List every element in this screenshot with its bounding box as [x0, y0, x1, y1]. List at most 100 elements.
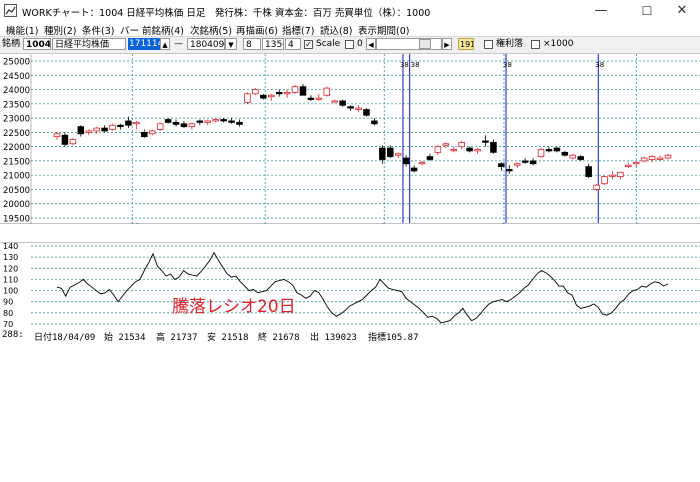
indicator-y-tick-label: 100: [3, 287, 18, 296]
candle-body: [133, 121, 140, 125]
candle-body: [418, 161, 426, 165]
candle-body: [648, 156, 656, 160]
candle-body: [212, 119, 219, 122]
candle-body: [61, 134, 69, 145]
candle-body: [244, 93, 251, 103]
price-y-tick-label: 20000: [3, 200, 30, 210]
candle-body: [204, 120, 212, 123]
candle-body: [640, 157, 648, 162]
price-y-tick-label: 21000: [3, 172, 30, 182]
menu-bar-item[interactable]: バー: [120, 23, 139, 37]
candle-body: [394, 153, 402, 156]
title-bar[interactable]: WORKチャート：1004 日経平均株価 日足 発行株：千株 資本金：百万 売買…: [0, 0, 700, 23]
param3-input[interactable]: 4: [285, 38, 301, 50]
status-bar: 288: 日付18/04/09 始 21534 高 21737 安 21518 …: [0, 330, 700, 343]
candle-body: [236, 121, 243, 125]
candle-body: [315, 97, 323, 100]
menu-jouken[interactable]: 条件(3): [82, 23, 114, 37]
candle-body: [260, 94, 267, 99]
candle-body: [450, 149, 458, 152]
candle-body: [275, 92, 283, 95]
symbol-name-field[interactable]: 日経平均株価: [52, 38, 126, 50]
from-date-spinner[interactable]: ▲: [160, 38, 170, 50]
window-title: WORKチャート：1004 日経平均株価 日足 発行株：千株 資本金：百万 売買…: [22, 8, 431, 19]
indicator-y-tick-label: 110: [3, 275, 18, 284]
candle-body: [593, 184, 600, 190]
menu-indicator[interactable]: 指標(7): [282, 23, 314, 37]
menu-prev-symbol[interactable]: 前銘柄(4): [142, 23, 184, 37]
menu-load[interactable]: 読込(8): [320, 23, 352, 37]
maximize-button[interactable]: ☐: [626, 0, 668, 22]
to-date-select[interactable]: 180409: [187, 38, 225, 50]
candle-body: [196, 120, 204, 123]
price-y-tick-label: 23500: [3, 100, 30, 110]
candle-body: [347, 106, 354, 109]
zero-label: 0: [357, 39, 363, 49]
close-button[interactable]: ✕: [664, 0, 700, 22]
price-y-tick-label: 24000: [3, 86, 30, 96]
scroll-left-button[interactable]: ◀: [366, 38, 376, 50]
work-chart-window: WORKチャート：1004 日経平均株価 日足 発行株：千株 資本金：百万 売買…: [0, 0, 700, 482]
candle-body: [434, 146, 442, 153]
x1000-checkbox[interactable]: [531, 40, 540, 49]
candle-body: [482, 140, 489, 143]
count-display: 191: [458, 38, 474, 50]
app-icon: [4, 4, 17, 17]
period-scrollbar[interactable]: [376, 38, 442, 50]
menu-kinou[interactable]: 機能(1): [6, 23, 38, 37]
candle-body: [228, 120, 235, 123]
from-date-input[interactable]: 171114: [128, 38, 160, 50]
status-high: 高 21737: [156, 333, 198, 343]
candle-body: [252, 89, 259, 95]
candle-body: [577, 156, 584, 160]
minimize-button[interactable]: —: [580, 0, 622, 22]
indicator-y-tick-label: 90: [3, 298, 13, 307]
candle-body: [529, 160, 537, 165]
indicator-chart[interactable]: 140 130 120 110 100 90 80 70 騰落レシオ20日: [0, 242, 700, 330]
candle-body: [442, 143, 450, 146]
menu-next-symbol[interactable]: 次銘柄(5): [190, 23, 232, 37]
param2-input[interactable]: 1350: [262, 38, 284, 50]
price-y-tick-label: 23000: [3, 115, 30, 125]
price-marker-label: 38: [400, 61, 409, 69]
price-x-tick-label: 12: [130, 223, 141, 224]
candle-body: [426, 156, 434, 160]
candle-body: [561, 151, 569, 156]
scale-checkbox[interactable]: ✓: [304, 40, 313, 49]
candle-body: [625, 164, 632, 168]
menu-shubetsu[interactable]: 種別(2): [44, 23, 76, 37]
candle-body: [307, 97, 315, 100]
menu-display-period[interactable]: 表示期間(0): [358, 23, 409, 37]
candle-body: [387, 147, 394, 158]
candle-body: [466, 147, 473, 152]
indicator-y-tick-label: 130: [3, 253, 18, 262]
status-open: 始 21534: [104, 333, 146, 343]
indicator-title: 騰落レシオ20日: [172, 297, 296, 317]
candle-body: [537, 149, 545, 158]
zero-checkbox[interactable]: [345, 40, 354, 49]
toolbar: 銘柄 1004 日経平均株価 171114 ▲ — 180409 ▼ 8 135…: [0, 36, 700, 54]
price-chart[interactable]: 25000 24500 24000 23500 23000 22500 22000 21500…: [0, 54, 700, 224]
kenri-label: 権利落: [496, 39, 524, 49]
scroll-right-button[interactable]: ▶: [442, 38, 452, 50]
chevron-down-icon[interactable]: ▼: [225, 38, 237, 50]
status-close: 終 21678: [258, 333, 300, 343]
param1-input[interactable]: 8: [243, 38, 261, 50]
candle-body: [148, 130, 156, 135]
candle-body: [498, 163, 505, 168]
scroll-thumb[interactable]: [419, 39, 431, 49]
candle-body: [283, 92, 291, 95]
candle-body: [617, 171, 624, 178]
menu-bar: 機能(1) 種別(2) 条件(3) バー 前銘柄(4) 次銘柄(5) 再描画(6…: [0, 22, 700, 37]
kenri-checkbox[interactable]: [484, 40, 493, 49]
candle-body: [291, 86, 299, 93]
code-label: 銘柄: [2, 39, 21, 49]
price-y-tick-label: 21500: [3, 157, 30, 167]
menu-redraw[interactable]: 再描画(6): [236, 23, 278, 37]
code-input[interactable]: 1004: [23, 38, 51, 50]
candle-body: [458, 141, 465, 148]
candle-body: [156, 123, 164, 130]
candle-body: [172, 121, 180, 125]
price-x-tick-label: 1: [262, 223, 267, 224]
price-date-gridlines: [132, 54, 637, 223]
